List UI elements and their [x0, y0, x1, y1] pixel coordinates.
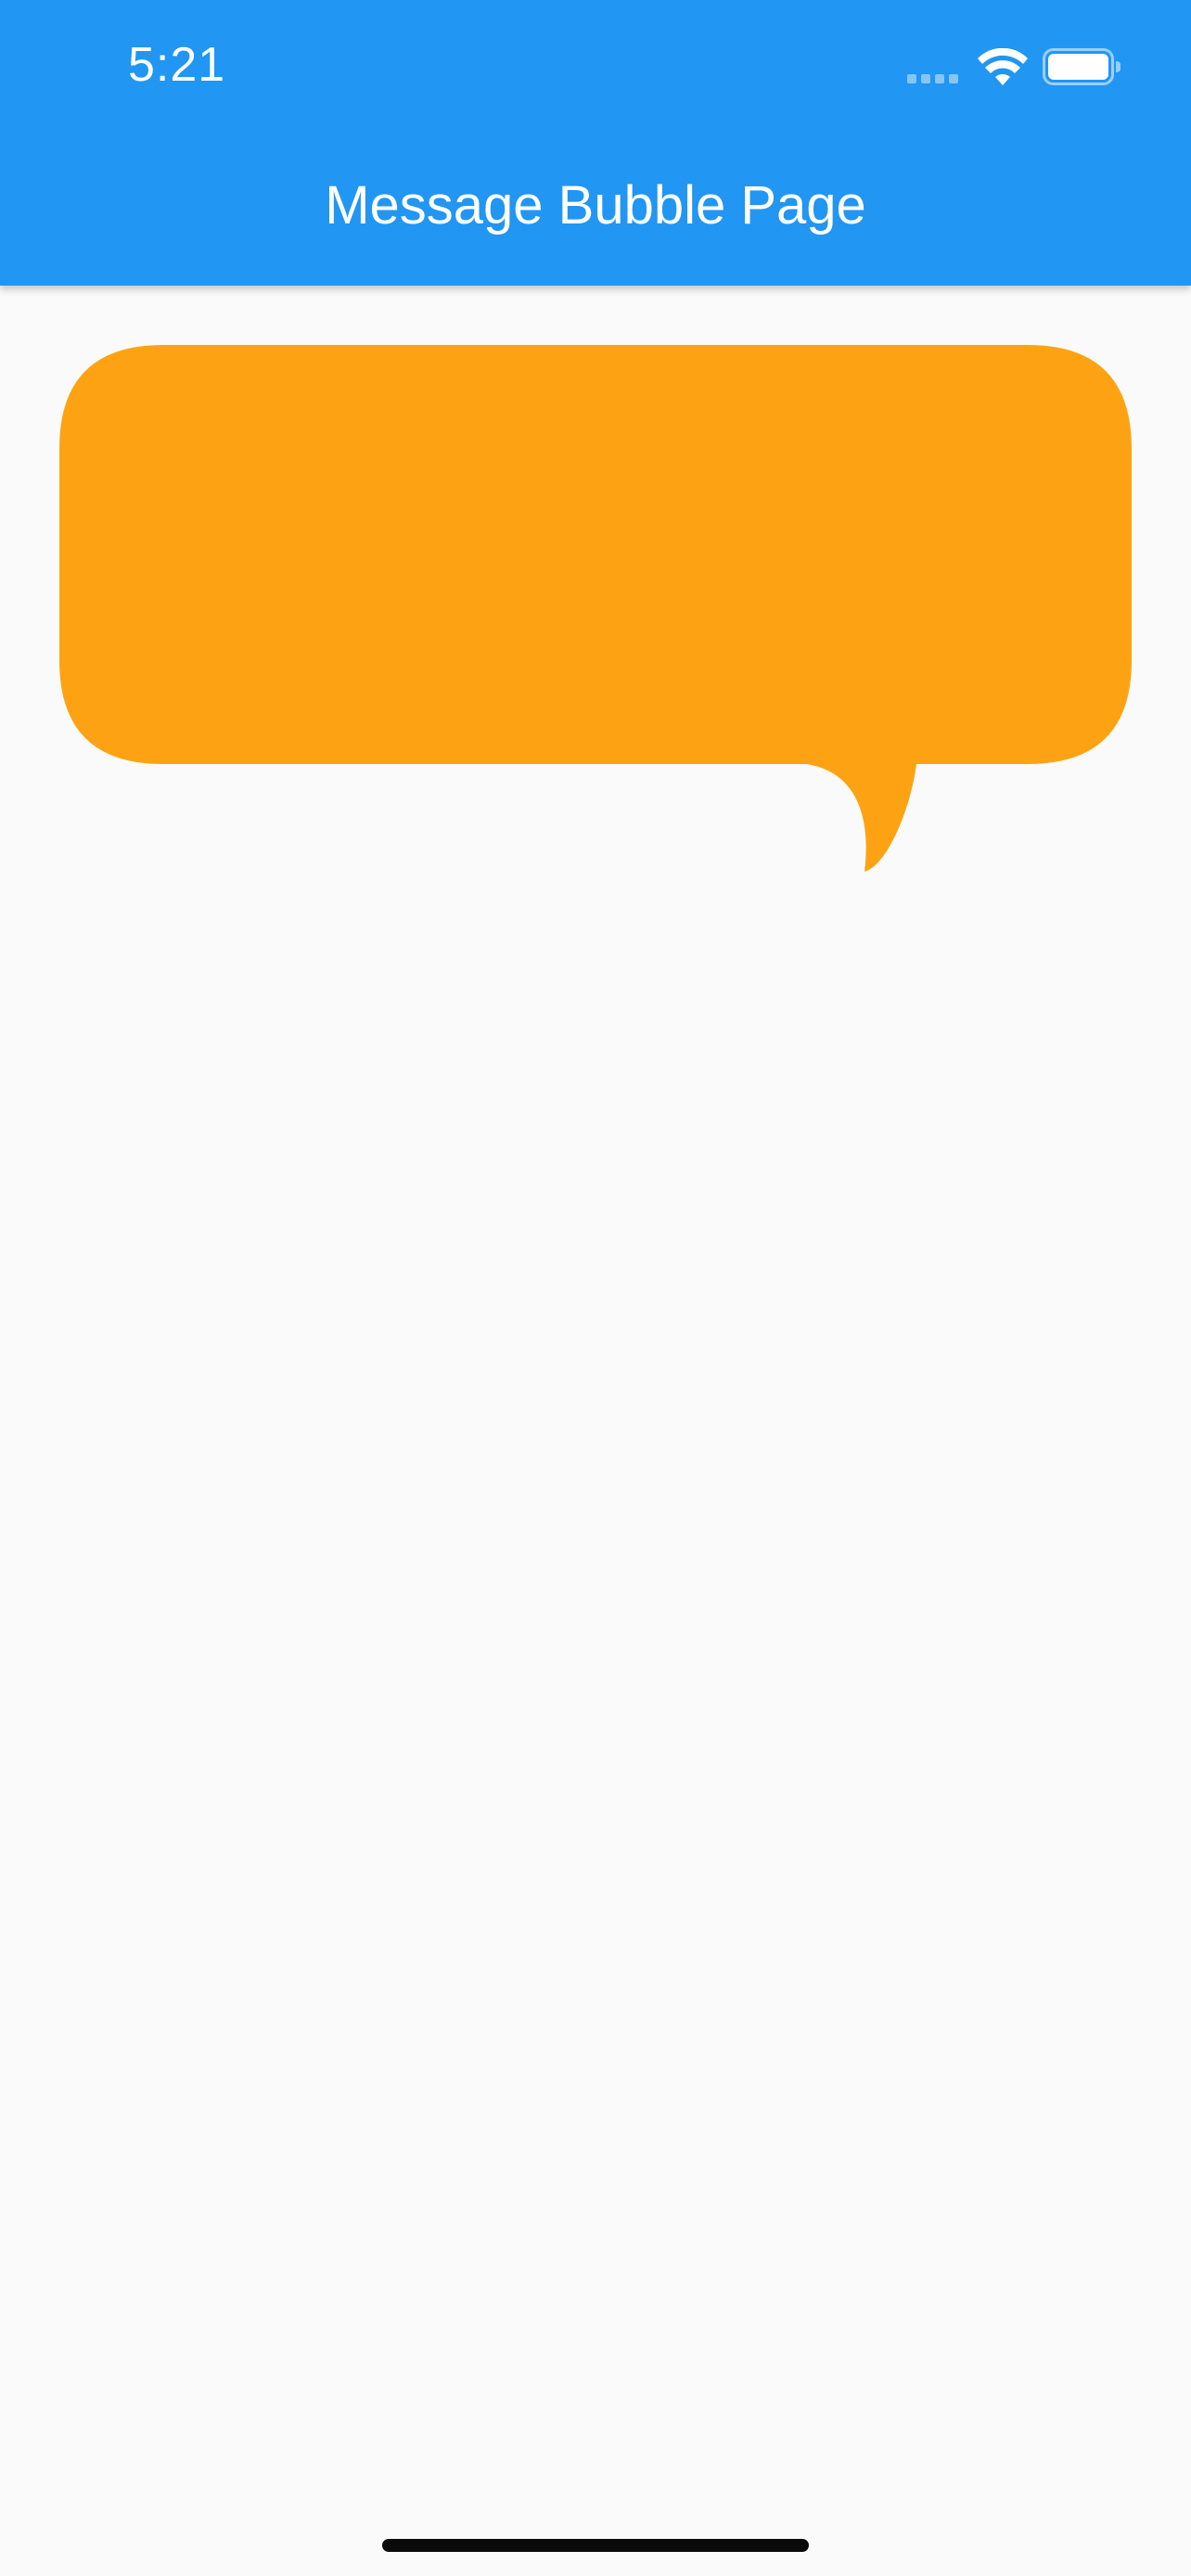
app-bar: 5:21 Message Bubble Page — [0, 0, 1191, 286]
signal-icon — [907, 74, 963, 83]
message-bubble-shape — [59, 345, 1132, 872]
screen: 5:21 Message Bubble Page — [0, 0, 1191, 2576]
message-bubble — [59, 345, 1132, 872]
status-time: 5:21 — [128, 38, 226, 92]
battery-icon — [1043, 48, 1121, 85]
home-indicator[interactable] — [382, 2539, 809, 2552]
wifi-icon — [978, 48, 1028, 85]
page-title: Message Bubble Page — [325, 175, 866, 236]
